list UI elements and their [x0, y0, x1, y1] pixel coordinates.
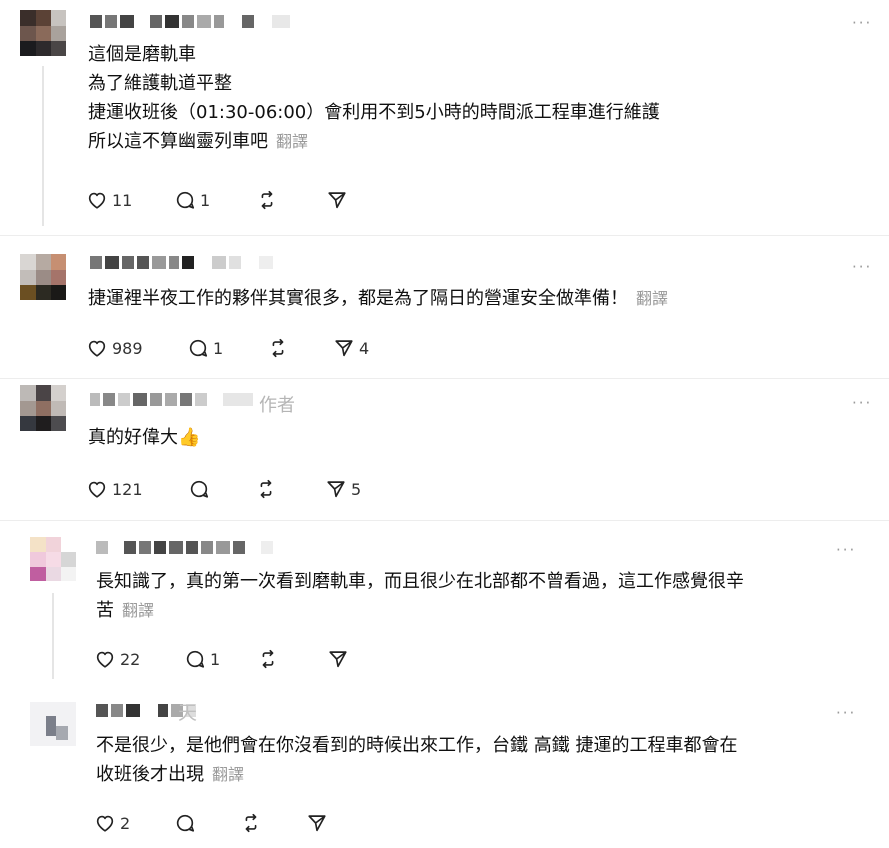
share-button[interactable]	[306, 812, 328, 834]
comment-text: 捷運裡半夜工作的夥伴其實很多，都是為了隔日的營運安全做準備！ 翻譯	[88, 288, 669, 309]
repost-icon	[261, 190, 273, 210]
avatar[interactable]	[30, 537, 76, 581]
comment-icon	[189, 339, 208, 357]
repost-button[interactable]	[257, 648, 327, 670]
translate-link[interactable]: 翻譯	[636, 289, 668, 308]
username-blurred[interactable]	[90, 392, 253, 407]
comment-icon	[176, 191, 195, 209]
heart-icon	[88, 192, 106, 209]
send-icon	[327, 481, 345, 498]
repost-button[interactable]	[240, 812, 306, 834]
avatar[interactable]	[20, 10, 66, 56]
comment-4: ··· 長知識了，真的第一次看到磨軌車，而且很少在北部都不曾看過，這工作感覺很辛…	[0, 521, 889, 686]
avatar[interactable]	[20, 385, 66, 431]
comment-icon	[176, 814, 195, 832]
reply-button[interactable]: 1	[174, 189, 256, 211]
like-count: 989	[112, 338, 143, 358]
reply-button[interactable]: 1	[184, 648, 257, 670]
heart-icon	[96, 815, 114, 832]
heart-icon	[88, 340, 106, 357]
like-button[interactable]: 121	[86, 478, 188, 500]
comment-3: 作者 ··· 真的好偉大👍 121 5	[0, 379, 889, 520]
action-bar: 22 1	[94, 648, 349, 670]
share-button[interactable]: 5	[325, 478, 361, 500]
send-icon	[329, 651, 347, 668]
repost-icon	[260, 479, 272, 499]
thread-line	[42, 66, 44, 226]
reply-count: 1	[200, 190, 211, 210]
translate-link[interactable]: 翻譯	[212, 765, 244, 784]
share-count: 4	[359, 338, 370, 358]
reply-count: 1	[210, 649, 221, 669]
username-blurred[interactable]	[96, 540, 273, 555]
action-bar: 11 1	[86, 189, 348, 211]
avatar[interactable]	[20, 254, 66, 300]
comment-text: 真的好偉大👍	[88, 427, 201, 448]
comment-text: 不是很少，是他們會在你沒看到的時候出來工作，台鐵 高鐵 捷運的工程車都會在 收班…	[96, 735, 738, 785]
share-button[interactable]	[326, 189, 348, 211]
heart-icon	[96, 651, 114, 668]
like-count: 11	[112, 190, 133, 210]
translate-link[interactable]: 翻譯	[276, 132, 308, 151]
repost-icon	[262, 649, 274, 669]
send-icon	[335, 340, 353, 357]
like-button[interactable]: 989	[86, 337, 187, 359]
share-button[interactable]	[327, 648, 349, 670]
comment-icon	[186, 650, 205, 668]
reply-button[interactable]	[174, 812, 240, 834]
repost-button[interactable]	[256, 189, 326, 211]
username-fragment: 天	[178, 702, 198, 724]
like-count: 121	[112, 479, 143, 499]
repost-icon	[245, 813, 257, 833]
heart-icon	[88, 481, 106, 498]
send-icon	[328, 192, 346, 209]
username-blurred[interactable]	[90, 14, 290, 29]
avatar[interactable]	[30, 702, 76, 746]
more-options-icon[interactable]: ···	[852, 260, 872, 275]
more-options-icon[interactable]: ···	[852, 16, 872, 31]
like-button[interactable]: 11	[86, 189, 174, 211]
like-count: 2	[120, 813, 131, 833]
action-bar: 121 5	[86, 478, 361, 500]
comment-text: 這個是磨軌車 為了維護軌道平整 捷運收班後（01:30-06:00）會利用不到5…	[88, 44, 660, 152]
send-icon	[308, 815, 326, 832]
action-bar: 2	[94, 812, 328, 834]
like-button[interactable]: 22	[94, 648, 184, 670]
username-blurred[interactable]	[90, 255, 273, 270]
share-button[interactable]: 4	[333, 337, 369, 359]
reply-count: 1	[213, 338, 224, 358]
comment-text: 長知識了，真的第一次看到磨軌車，而且很少在北部都不曾看過，這工作感覺很辛 苦翻譯	[96, 571, 744, 621]
translate-link[interactable]: 翻譯	[122, 601, 154, 620]
more-options-icon[interactable]: ···	[836, 543, 856, 558]
share-count: 5	[351, 479, 362, 499]
thread-line	[52, 593, 54, 679]
comment-2: ··· 捷運裡半夜工作的夥伴其實很多，都是為了隔日的營運安全做準備！ 翻譯 989…	[0, 236, 889, 378]
more-options-icon[interactable]: ···	[852, 396, 872, 411]
repost-button[interactable]	[267, 337, 333, 359]
comment-icon	[190, 480, 209, 498]
action-bar: 989 1 4	[86, 337, 369, 359]
more-options-icon[interactable]: ···	[836, 706, 856, 721]
comment-1: ··· 這個是磨軌車 為了維護軌道平整 捷運收班後（01:30-06:00）會利…	[0, 0, 889, 235]
repost-button[interactable]	[255, 478, 325, 500]
reply-button[interactable]	[188, 478, 255, 500]
like-count: 22	[120, 649, 141, 669]
repost-icon	[272, 338, 284, 358]
author-tag: 作者	[259, 395, 295, 416]
comment-5: 天 ··· 不是很少，是他們會在你沒看到的時候出來工作，台鐵 高鐵 捷運的工程車…	[0, 688, 889, 848]
like-button[interactable]: 2	[94, 812, 174, 834]
reply-button[interactable]: 1	[187, 337, 267, 359]
